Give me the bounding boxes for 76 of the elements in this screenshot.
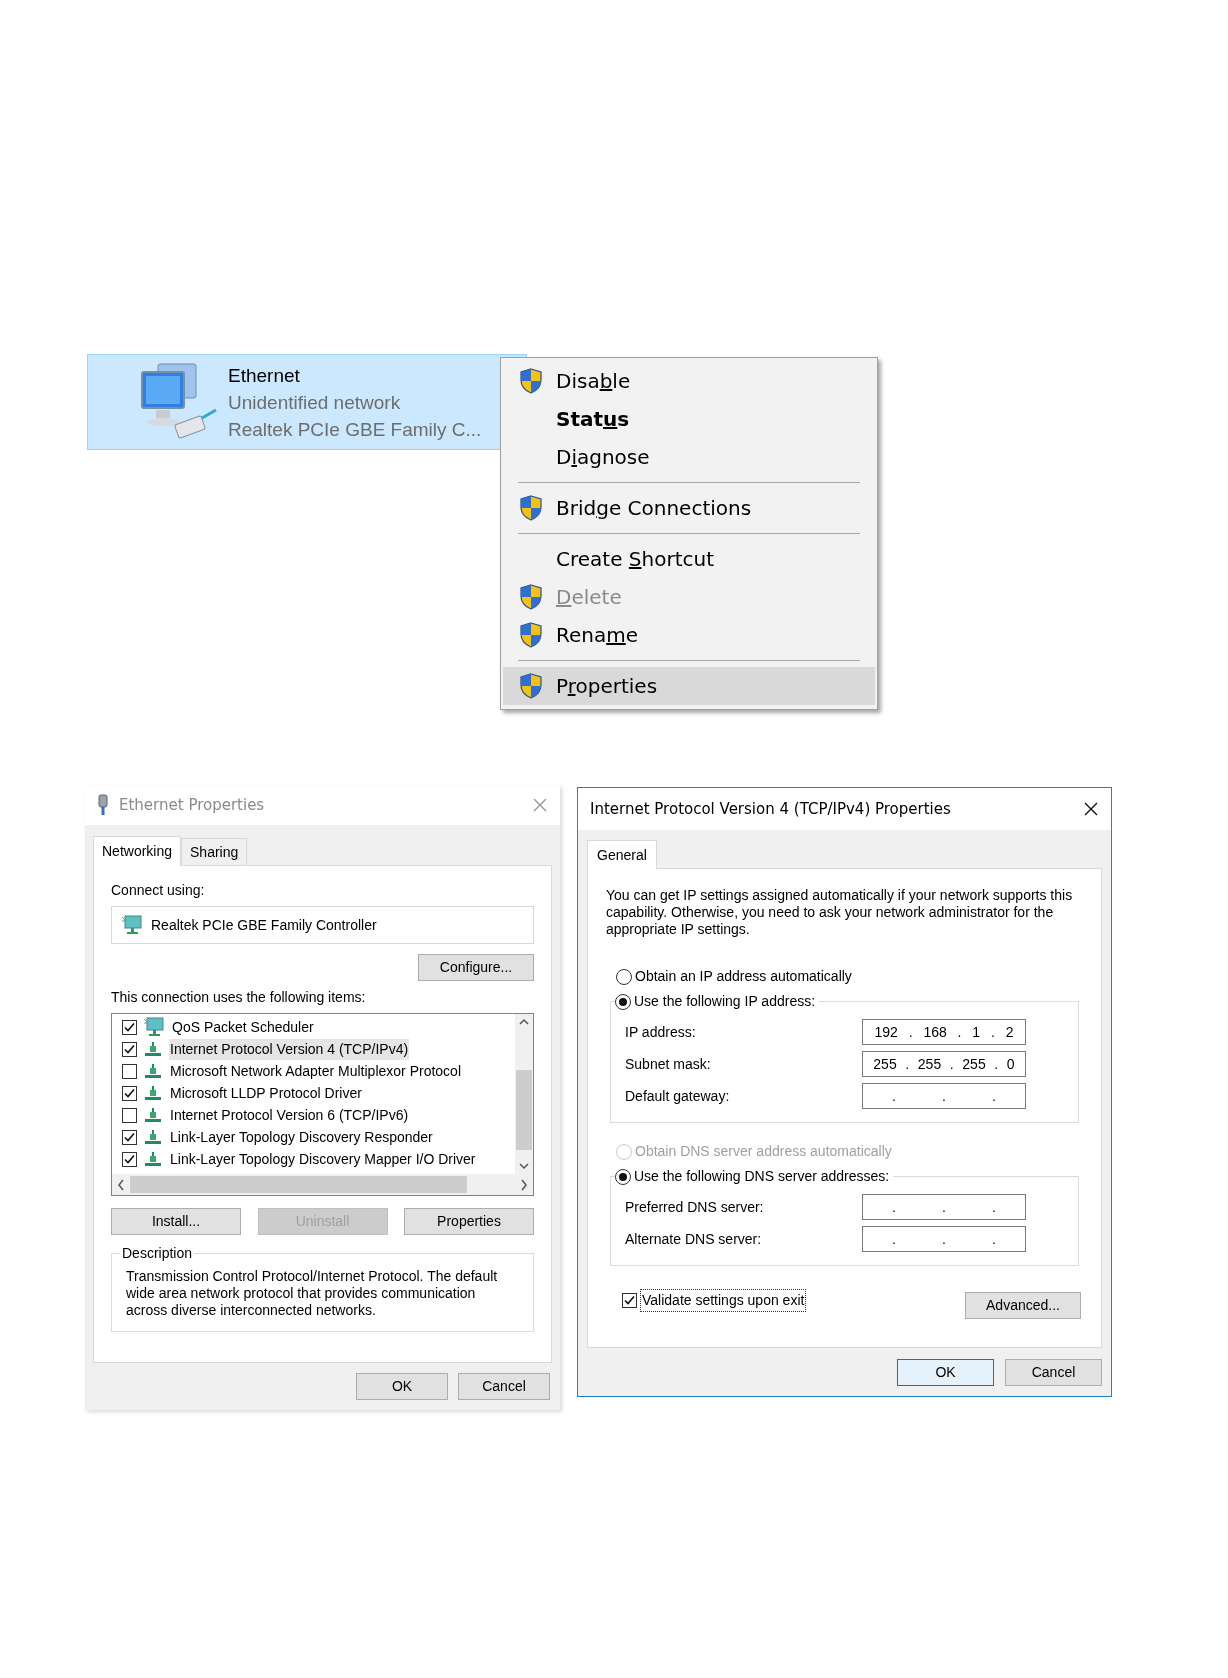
connect-using-label: Connect using: xyxy=(111,881,206,900)
action-button[interactable]: Install... xyxy=(111,1208,241,1235)
tab[interactable]: Sharing xyxy=(181,838,248,865)
checkbox[interactable] xyxy=(122,1085,137,1101)
ip-address-field[interactable]: . . . xyxy=(862,1226,1026,1252)
network-icon xyxy=(143,1063,163,1079)
radio-button[interactable] xyxy=(616,968,632,985)
checkbox[interactable] xyxy=(122,1019,137,1035)
network-icon xyxy=(143,1085,163,1101)
action-button[interactable]: Properties xyxy=(404,1208,534,1235)
ip-address-field[interactable]: . . . xyxy=(862,1194,1026,1220)
shield-icon xyxy=(519,495,543,521)
window-title: Internet Protocol Version 4 (TCP/IPv4) Properties xyxy=(590,798,951,820)
close-icon[interactable] xyxy=(1083,801,1099,817)
radio-label[interactable]: Use the following DNS server addresses: xyxy=(634,1166,890,1187)
ip-address-field[interactable]: 192 . 168 . 1 . 2 xyxy=(862,1019,1026,1045)
connection-status: Unidentified network xyxy=(228,390,402,415)
list-item[interactable]: Internet Protocol Version 6 (TCP/IPv6) xyxy=(169,1104,410,1126)
network-icon xyxy=(143,1041,163,1057)
menu-item[interactable]: Rename xyxy=(503,616,875,654)
dialog-button[interactable]: OK xyxy=(897,1359,994,1386)
menu-item[interactable]: Properties xyxy=(503,667,875,705)
checkbox[interactable] xyxy=(122,1151,137,1167)
window-title: Ethernet Properties xyxy=(119,794,265,816)
connection-tile[interactable]: Ethernet Unidentified network Realtek PCIe GBE Family C... xyxy=(87,354,527,450)
advanced-button[interactable]: Advanced... xyxy=(965,1292,1081,1319)
field-label: IP address: xyxy=(625,1022,697,1042)
monitor-icon xyxy=(121,915,143,935)
list-item[interactable]: Microsoft LLDP Protocol Driver xyxy=(169,1082,363,1104)
checkbox[interactable] xyxy=(122,1041,137,1057)
list-item[interactable]: Link-Layer Topology Discovery Responder xyxy=(169,1126,434,1148)
monitor-icon xyxy=(143,1017,165,1037)
field-label: Alternate DNS server: xyxy=(625,1229,763,1249)
checkbox[interactable] xyxy=(122,1129,137,1145)
horizontal-scrollbar[interactable] xyxy=(112,1174,533,1195)
radio-label[interactable]: Use the following IP address: xyxy=(634,991,816,1012)
items-label: This connection uses the following items: xyxy=(111,988,367,1007)
shield-icon xyxy=(519,584,543,610)
network-icon xyxy=(143,1151,163,1167)
radio-button[interactable] xyxy=(615,1168,631,1185)
list-item[interactable]: Link-Layer Topology Discovery Mapper I/O Driver xyxy=(169,1148,477,1170)
dialog-button[interactable]: Cancel xyxy=(1005,1359,1102,1386)
network-icon xyxy=(143,1129,163,1145)
dialog-button[interactable]: OK xyxy=(356,1373,448,1400)
configure-button[interactable]: Configure... xyxy=(418,954,534,981)
tab[interactable]: General xyxy=(587,840,657,869)
ip-address-field[interactable]: . . . xyxy=(862,1083,1026,1109)
description-text: Transmission Control Protocol/Internet Protocol. The default wide area network protocol that provides communication across diverse interconnected networks. xyxy=(126,1268,499,1319)
ip-address-field[interactable]: 255 . 255 . 255 . 0 xyxy=(862,1051,1026,1077)
tab[interactable]: Networking xyxy=(93,836,182,866)
intro-text: You can get IP settings assigned automatically if your network supports this capability. Otherwise, you need to ask your network administrator for the appropriate IP settings. xyxy=(606,887,1074,938)
connection-name: Ethernet xyxy=(228,363,301,388)
list-item[interactable]: Microsoft Network Adapter Multiplexor Protocol xyxy=(169,1060,462,1082)
dialog-button[interactable]: Cancel xyxy=(458,1373,550,1400)
shield-icon xyxy=(519,368,543,394)
checkbox[interactable] xyxy=(622,1293,637,1308)
description-label: Description xyxy=(121,1244,194,1263)
plug-icon xyxy=(97,794,109,816)
checkbox-label[interactable]: Validate settings upon exit xyxy=(640,1289,807,1312)
list-item[interactable]: QoS Packet Scheduler xyxy=(171,1016,315,1038)
adapter-name: Realtek PCIe GBE Family C... xyxy=(228,417,482,442)
list-item[interactable]: Internet Protocol Version 4 (TCP/IPv4) xyxy=(169,1038,410,1060)
shield-icon xyxy=(519,622,543,648)
field-label: Subnet mask: xyxy=(625,1054,712,1074)
field-label: Preferred DNS server: xyxy=(625,1197,765,1217)
menu-item[interactable]: Create Shortcut xyxy=(503,540,875,578)
checkbox[interactable] xyxy=(122,1063,137,1079)
radio-label[interactable]: Obtain an IP address automatically xyxy=(635,966,852,987)
adapter-field: Realtek PCIe GBE Family Controller xyxy=(111,906,534,944)
radio-button[interactable] xyxy=(615,993,631,1010)
field-label: Default gateway: xyxy=(625,1086,731,1106)
network-icon xyxy=(143,1107,163,1123)
checkbox[interactable] xyxy=(122,1107,137,1123)
vertical-scrollbar[interactable] xyxy=(515,1014,533,1174)
shield-icon xyxy=(519,673,543,699)
menu-item[interactable]: Bridge Connections xyxy=(503,489,875,527)
